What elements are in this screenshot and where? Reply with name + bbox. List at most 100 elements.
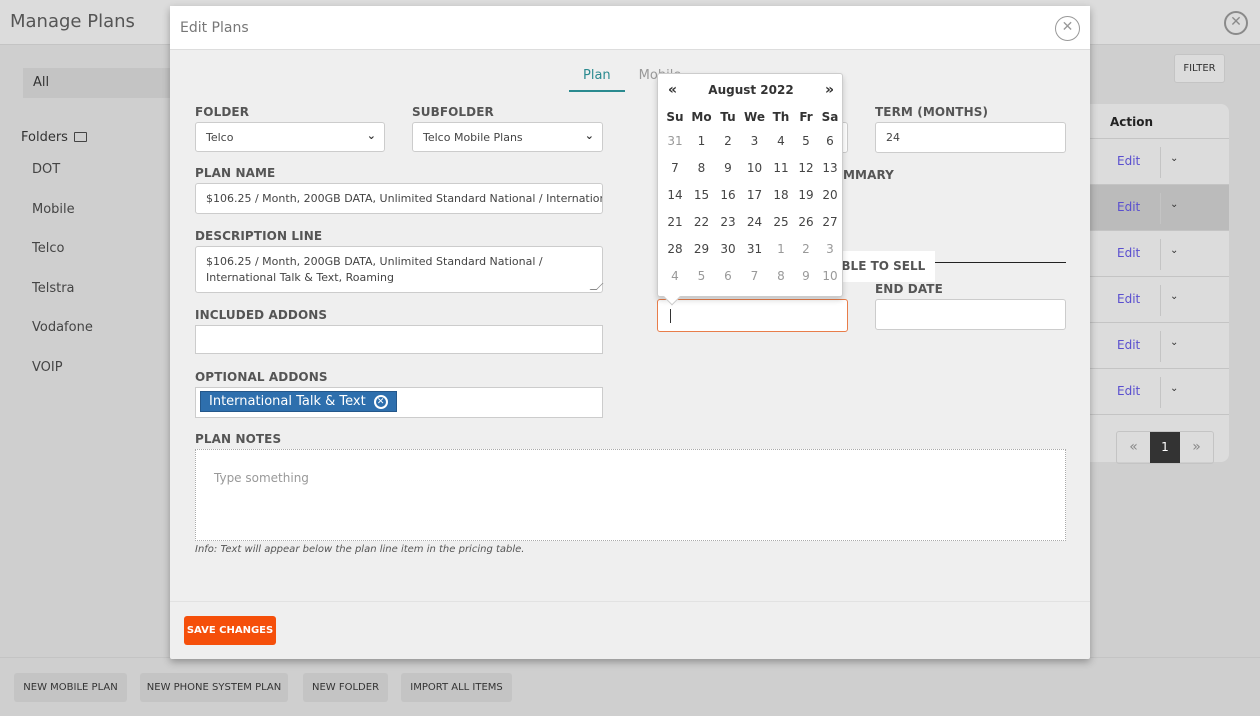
calendar-day[interactable]: 8 <box>768 263 794 290</box>
import-all-items-button[interactable]: IMPORT ALL ITEMS <box>401 673 512 702</box>
new-folder-button[interactable]: NEW FOLDER <box>303 673 388 702</box>
chevron-down-icon[interactable]: ⌄ <box>1170 383 1178 394</box>
folder-item[interactable]: Telstra <box>32 279 93 319</box>
weekday-header: Tu <box>720 110 736 124</box>
folder-item[interactable]: VOIP <box>32 358 93 398</box>
calendar-day[interactable]: 13 <box>818 155 842 182</box>
calendar-day[interactable]: 30 <box>715 236 741 263</box>
included-addons-input[interactable] <box>195 325 603 354</box>
folder-item[interactable]: Telco <box>32 239 93 279</box>
calendar-day[interactable]: 24 <box>741 209 768 236</box>
calendar-day[interactable]: 4 <box>662 263 688 290</box>
calendar-day[interactable]: 1 <box>688 128 715 155</box>
calendar-day[interactable]: 16 <box>715 182 741 209</box>
calendar-day[interactable]: 6 <box>818 128 842 155</box>
calendar-day[interactable]: 22 <box>688 209 715 236</box>
edit-link[interactable]: Edit <box>1117 154 1140 168</box>
next-month-button[interactable]: » <box>825 82 834 98</box>
weekday-header: Mo <box>691 110 712 124</box>
plan-name-input[interactable]: $106.25 / Month, 200GB DATA, Unlimited S… <box>195 183 603 214</box>
folder-item[interactable]: Vodafone <box>32 318 93 358</box>
calendar-day[interactable]: 31 <box>662 128 688 155</box>
start-date-input[interactable] <box>657 299 848 332</box>
folder-item[interactable]: Mobile <box>32 200 93 240</box>
folder-item[interactable]: DOT <box>32 160 93 200</box>
pagination-next[interactable]: » <box>1180 432 1213 463</box>
pagination-page-1[interactable]: 1 <box>1150 432 1180 463</box>
calendar-day[interactable]: 19 <box>794 182 818 209</box>
subfolder-select-value: Telco Mobile Plans <box>423 131 523 144</box>
calendar-day[interactable]: 23 <box>715 209 741 236</box>
edit-link[interactable]: Edit <box>1117 292 1140 306</box>
calendar-day[interactable]: 26 <box>794 209 818 236</box>
new-mobile-plan-button[interactable]: NEW MOBILE PLAN <box>14 673 127 702</box>
calendar-day[interactable]: 2 <box>794 236 818 263</box>
calendar-day[interactable]: 7 <box>662 155 688 182</box>
calendar-day[interactable]: 17 <box>741 182 768 209</box>
calendar-day[interactable]: 5 <box>794 128 818 155</box>
chevron-down-icon[interactable]: ⌄ <box>1170 337 1178 348</box>
calendar-day[interactable]: 28 <box>662 236 688 263</box>
calendar-day[interactable]: 3 <box>818 236 842 263</box>
page-close-button[interactable]: ✕ <box>1224 11 1248 35</box>
calendar-day[interactable]: 2 <box>715 128 741 155</box>
calendar-day[interactable]: 11 <box>768 155 794 182</box>
calendar-day[interactable]: 5 <box>688 263 715 290</box>
chevron-down-icon[interactable]: ⌄ <box>1170 291 1178 302</box>
edit-link[interactable]: Edit <box>1117 384 1140 398</box>
remove-tag-icon[interactable]: ✕ <box>373 394 388 409</box>
calendar-day[interactable]: 4 <box>768 128 794 155</box>
calendar-day[interactable]: 9 <box>794 263 818 290</box>
end-date-input[interactable] <box>875 299 1066 330</box>
calendar-day[interactable]: 9 <box>715 155 741 182</box>
edit-link[interactable]: Edit <box>1117 200 1140 214</box>
folder-select[interactable]: Telco ⌄ <box>195 122 385 152</box>
resize-grip-icon[interactable] <box>589 283 604 290</box>
edit-link[interactable]: Edit <box>1117 338 1140 352</box>
chevron-down-icon[interactable]: ⌄ <box>1170 245 1178 256</box>
calendar-day[interactable]: 10 <box>818 263 842 290</box>
calendar-day[interactable]: 8 <box>688 155 715 182</box>
calendar-day[interactable]: 7 <box>741 263 768 290</box>
calendar-day[interactable]: 15 <box>688 182 715 209</box>
folder-label: FOLDER <box>195 105 250 119</box>
edit-link[interactable]: Edit <box>1117 246 1140 260</box>
subfolder-select[interactable]: Telco Mobile Plans ⌄ <box>412 122 603 152</box>
filter-button[interactable]: FILTER <box>1174 54 1225 83</box>
calendar-day[interactable]: 31 <box>741 236 768 263</box>
folder-all[interactable]: All <box>23 68 183 98</box>
optional-addons-label: OPTIONAL ADDONS <box>195 370 328 384</box>
calendar-day[interactable]: 1 <box>768 236 794 263</box>
optional-addons-input[interactable]: International Talk & Text ✕ <box>195 387 603 418</box>
calendar-day[interactable]: 12 <box>794 155 818 182</box>
chevron-down-icon: ⌄ <box>366 129 376 142</box>
description-label: DESCRIPTION LINE <box>195 229 323 243</box>
text-caret <box>670 309 671 323</box>
close-icon: ✕ <box>1061 19 1074 35</box>
calendar-day[interactable]: 27 <box>818 209 842 236</box>
description-textarea[interactable]: $106.25 / Month, 200GB DATA, Unlimited S… <box>195 246 604 293</box>
datepicker-month-title[interactable]: August 2022 <box>658 83 844 97</box>
calendar-day[interactable]: 6 <box>715 263 741 290</box>
weekday-header: Fr <box>799 110 813 124</box>
plan-notes-editor[interactable]: Type something <box>195 449 1066 541</box>
term-input[interactable]: 24 <box>875 122 1066 153</box>
calendar-day[interactable]: 3 <box>741 128 768 155</box>
included-addons-label: INCLUDED ADDONS <box>195 308 328 322</box>
new-phone-system-plan-button[interactable]: NEW PHONE SYSTEM PLAN <box>140 673 288 702</box>
folders-heading: Folders <box>21 130 87 145</box>
calendar-day[interactable]: 18 <box>768 182 794 209</box>
calendar-day[interactable]: 29 <box>688 236 715 263</box>
chevron-down-icon[interactable]: ⌄ <box>1170 153 1178 164</box>
calendar-day[interactable]: 20 <box>818 182 842 209</box>
calendar-day[interactable]: 21 <box>662 209 688 236</box>
calendar-day[interactable]: 14 <box>662 182 688 209</box>
tab-plan[interactable]: Plan <box>569 64 625 92</box>
page-title: Manage Plans <box>10 11 135 32</box>
save-changes-button[interactable]: SAVE CHANGES <box>184 616 276 645</box>
calendar-day[interactable]: 10 <box>741 155 768 182</box>
modal-close-button[interactable]: ✕ <box>1055 16 1080 41</box>
pagination-prev[interactable]: « <box>1117 432 1150 463</box>
chevron-down-icon[interactable]: ⌄ <box>1170 199 1178 210</box>
calendar-day[interactable]: 25 <box>768 209 794 236</box>
